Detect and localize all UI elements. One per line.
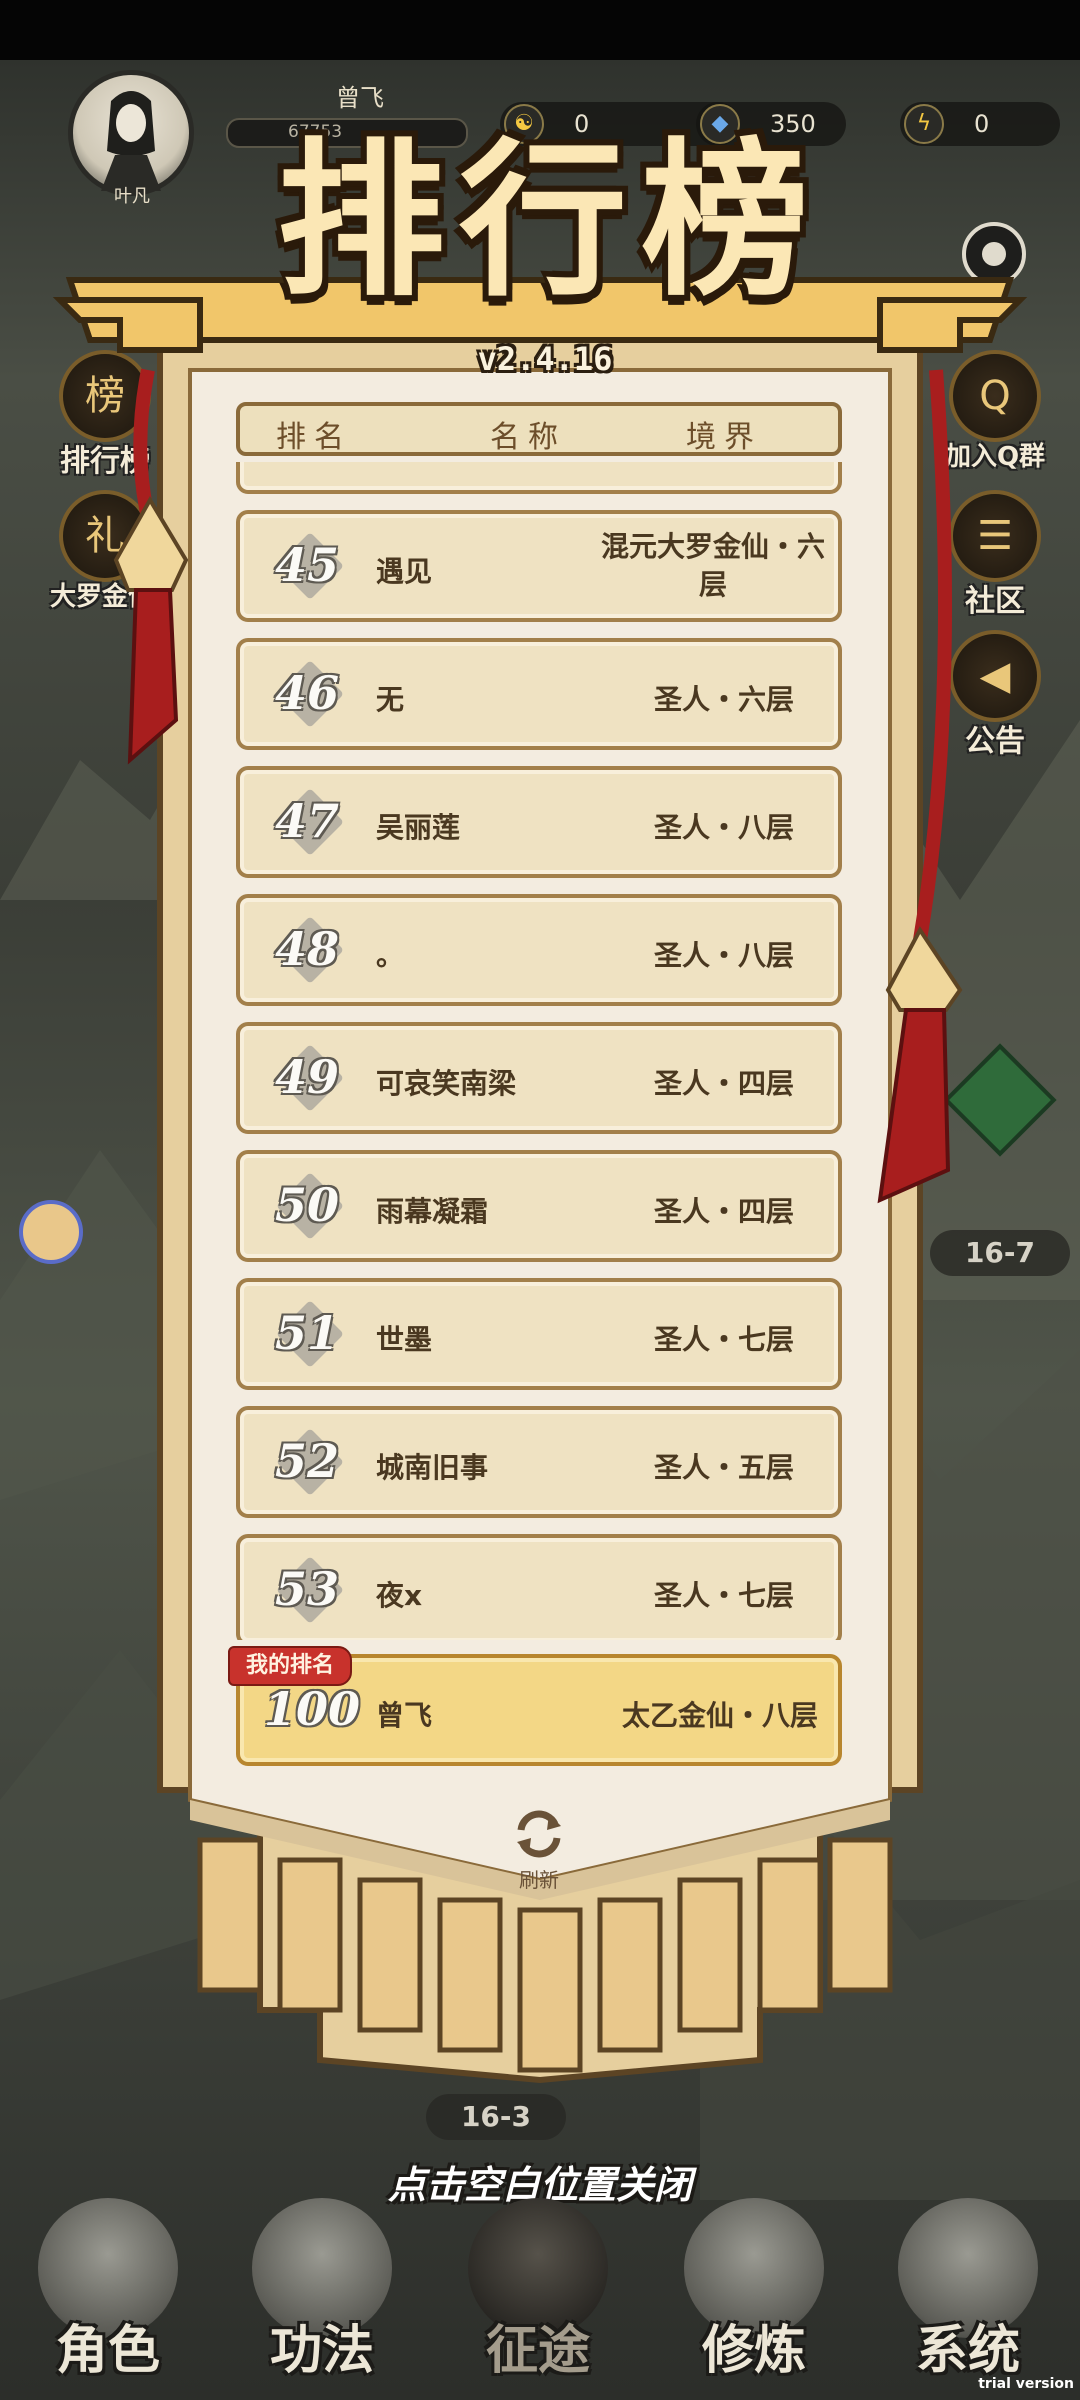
rank-number: 47 <box>274 794 339 848</box>
nav-cultivation[interactable]: 修炼 <box>654 2184 854 2400</box>
ranking-row[interactable]: 53 夜x 圣人・七层 <box>236 1534 842 1640</box>
player-name: 遇见 <box>376 555 433 588</box>
rank-number: 49 <box>274 1050 339 1104</box>
rank-badge: 49 <box>272 1044 344 1112</box>
rank-badge: 50 <box>272 1172 344 1240</box>
rank-badge: 100 <box>264 1678 360 1744</box>
rank-number: 51 <box>274 1306 339 1360</box>
nav-system[interactable]: 系统 <box>868 2184 1068 2400</box>
ranking-row[interactable]: 52 城南旧事 圣人・五层 <box>236 1406 842 1518</box>
ranking-title: 排行榜 <box>277 121 823 319</box>
player-realm: 太乙金仙・八层 <box>621 1699 818 1732</box>
header-realm: 境界 <box>686 420 762 455</box>
nav-label: 修炼 <box>701 2321 806 2381</box>
player-name: 世墨 <box>376 1323 433 1356</box>
player-name: 。 <box>376 939 405 972</box>
ranking-row-partial <box>236 462 842 494</box>
nav-technique[interactable]: 功法 <box>222 2184 422 2400</box>
ranking-row[interactable]: 45 遇见 混元大罗金仙・六层 <box>236 510 842 622</box>
player-name: 城南旧事 <box>376 1451 489 1484</box>
bottom-nav: 角色 功法 征途 修炼 系统 <box>0 2184 1080 2400</box>
nav-label: 征途 <box>485 2321 590 2381</box>
nav-character[interactable]: 角色 <box>8 2184 208 2400</box>
player-realm: 圣人・四层 <box>653 1067 794 1100</box>
rank-number: 45 <box>274 538 339 592</box>
player-realm: 圣人・七层 <box>653 1579 794 1612</box>
player-realm: 圣人・六层 <box>653 683 794 716</box>
ranking-row[interactable]: 49 可哀笑南梁 圣人・四层 <box>236 1022 842 1134</box>
version-label: v2.4.16 <box>477 340 613 378</box>
player-name: 吴丽莲 <box>376 811 461 844</box>
refresh-icon <box>517 1810 561 1858</box>
player-name: 夜x <box>376 1579 423 1612</box>
header-rank: 排名 <box>276 420 352 455</box>
rank-number: 50 <box>274 1178 339 1232</box>
ranking-row[interactable]: 46 无 圣人・六层 <box>236 638 842 750</box>
my-rank-tag: 我的排名 <box>228 1646 352 1686</box>
nav-label: 系统 <box>915 2321 1020 2381</box>
refresh-label: 刷新 <box>519 1868 559 1892</box>
rank-number: 46 <box>274 666 339 720</box>
rank-number: 48 <box>274 922 339 976</box>
rank-badge: 48 <box>272 916 344 984</box>
rank-number: 100 <box>263 1682 361 1736</box>
player-realm: 圣人・七层 <box>653 1323 794 1356</box>
player-realm: 圣人・八层 <box>653 939 794 972</box>
nav-journey[interactable]: 征途 <box>438 2184 638 2400</box>
refresh-button[interactable]: 刷新 <box>504 1808 574 1893</box>
player-realm: 圣人・四层 <box>653 1195 794 1228</box>
trial-watermark: trial version <box>978 2376 1074 2392</box>
player-name: 曾飞 <box>376 1699 433 1732</box>
player-realm: 混元大罗金仙・六层 <box>600 530 825 601</box>
player-name: 雨幕凝霜 <box>376 1195 489 1228</box>
player-name: 无 <box>376 683 405 716</box>
player-realm: 圣人・五层 <box>653 1451 794 1484</box>
ranking-row[interactable]: 51 世墨 圣人・七层 <box>236 1278 842 1390</box>
player-name: 可哀笑南梁 <box>376 1067 517 1100</box>
nav-label: 角色 <box>55 2321 160 2381</box>
header-name: 名称 <box>490 420 566 455</box>
player-realm: 圣人・八层 <box>653 811 794 844</box>
rank-badge: 45 <box>272 532 344 600</box>
ranking-list[interactable]: 45 遇见 混元大罗金仙・六层 46 无 圣人・六层 47 吴丽莲 圣人・八层 … <box>236 462 842 1640</box>
rank-badge: 51 <box>272 1300 344 1368</box>
rank-number: 52 <box>274 1434 339 1488</box>
table-header: 排名 名称 境界 <box>236 402 842 456</box>
ranking-row[interactable]: 47 吴丽莲 圣人・八层 <box>236 766 842 878</box>
rank-number: 53 <box>274 1562 339 1616</box>
rank-badge: 46 <box>272 660 344 728</box>
rank-badge: 47 <box>272 788 344 856</box>
ranking-row[interactable]: 50 雨幕凝霜 圣人・四层 <box>236 1150 842 1262</box>
ranking-row[interactable]: 48 。 圣人・八层 <box>236 894 842 1006</box>
nav-label: 功法 <box>269 2321 374 2381</box>
rank-badge: 52 <box>272 1428 344 1496</box>
rank-badge: 53 <box>272 1556 344 1624</box>
